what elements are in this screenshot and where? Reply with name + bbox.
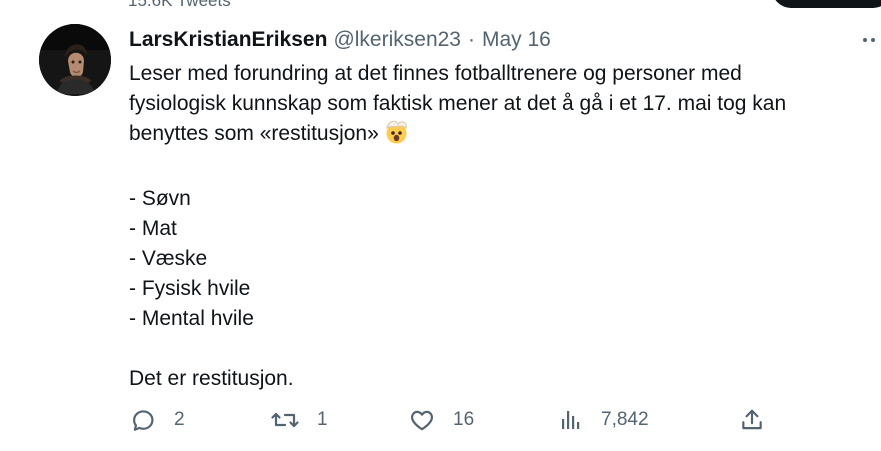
views-button[interactable]: 7,842 (559, 405, 649, 435)
header-separator: · (467, 28, 475, 51)
like-count: 16 (453, 409, 475, 430)
reply-button[interactable]: 2 (130, 405, 185, 435)
like-button[interactable]: 16 (409, 405, 474, 435)
views-chart-icon (562, 411, 580, 429)
tweet-text-line-content: benyttes som «restitusjon» (129, 122, 379, 145)
list-item: - Væske (129, 247, 208, 270)
retweet-count: 1 (317, 409, 328, 430)
retweet-icon (271, 412, 299, 428)
tweet-date[interactable]: May 16 (482, 27, 551, 53)
more-button[interactable] (855, 30, 881, 50)
views-count: 7,842 (601, 409, 649, 430)
list-item: - Fysisk hvile (129, 277, 251, 300)
share-button[interactable] (739, 405, 765, 435)
tweet-header: LarsKristianEriksen @lkeriksen23 · May 1… (129, 27, 551, 53)
tweet-text-line: fysiologisk kunnskap som faktisk mener a… (129, 92, 787, 115)
avatar-photo (39, 24, 111, 96)
list-item: - Mental hvile (129, 307, 254, 330)
tweet-text-line: benyttes som «restitusjon» (129, 119, 859, 154)
author-handle[interactable]: @lkeriksen23 (333, 27, 461, 53)
share-icon (742, 409, 762, 430)
tweet-text: Leser med forundring at det finnes fotba… (129, 59, 859, 394)
reply-icon (133, 410, 154, 431)
retweet-button[interactable]: 1 (271, 405, 328, 435)
list-item: - Mat (129, 217, 177, 240)
follow-button[interactable] (772, 0, 881, 8)
list-item: - Søvn (129, 187, 191, 210)
author-display-name[interactable]: LarsKristianEriksen (129, 27, 327, 53)
avatar[interactable] (39, 24, 111, 96)
tweet-actions: 2 1 16 7,842 (129, 405, 879, 435)
tweet-text-line: Leser med forundring at det finnes fotba… (129, 62, 742, 85)
more-icon (863, 38, 875, 42)
tweet-closing-line: Det er restitusjon. (129, 367, 294, 390)
tweet-count: 15.6K Tweets (128, 0, 231, 10)
heart-icon (410, 410, 434, 431)
exploding-head-emoji-icon (384, 120, 409, 154)
reply-count: 2 (174, 409, 185, 430)
